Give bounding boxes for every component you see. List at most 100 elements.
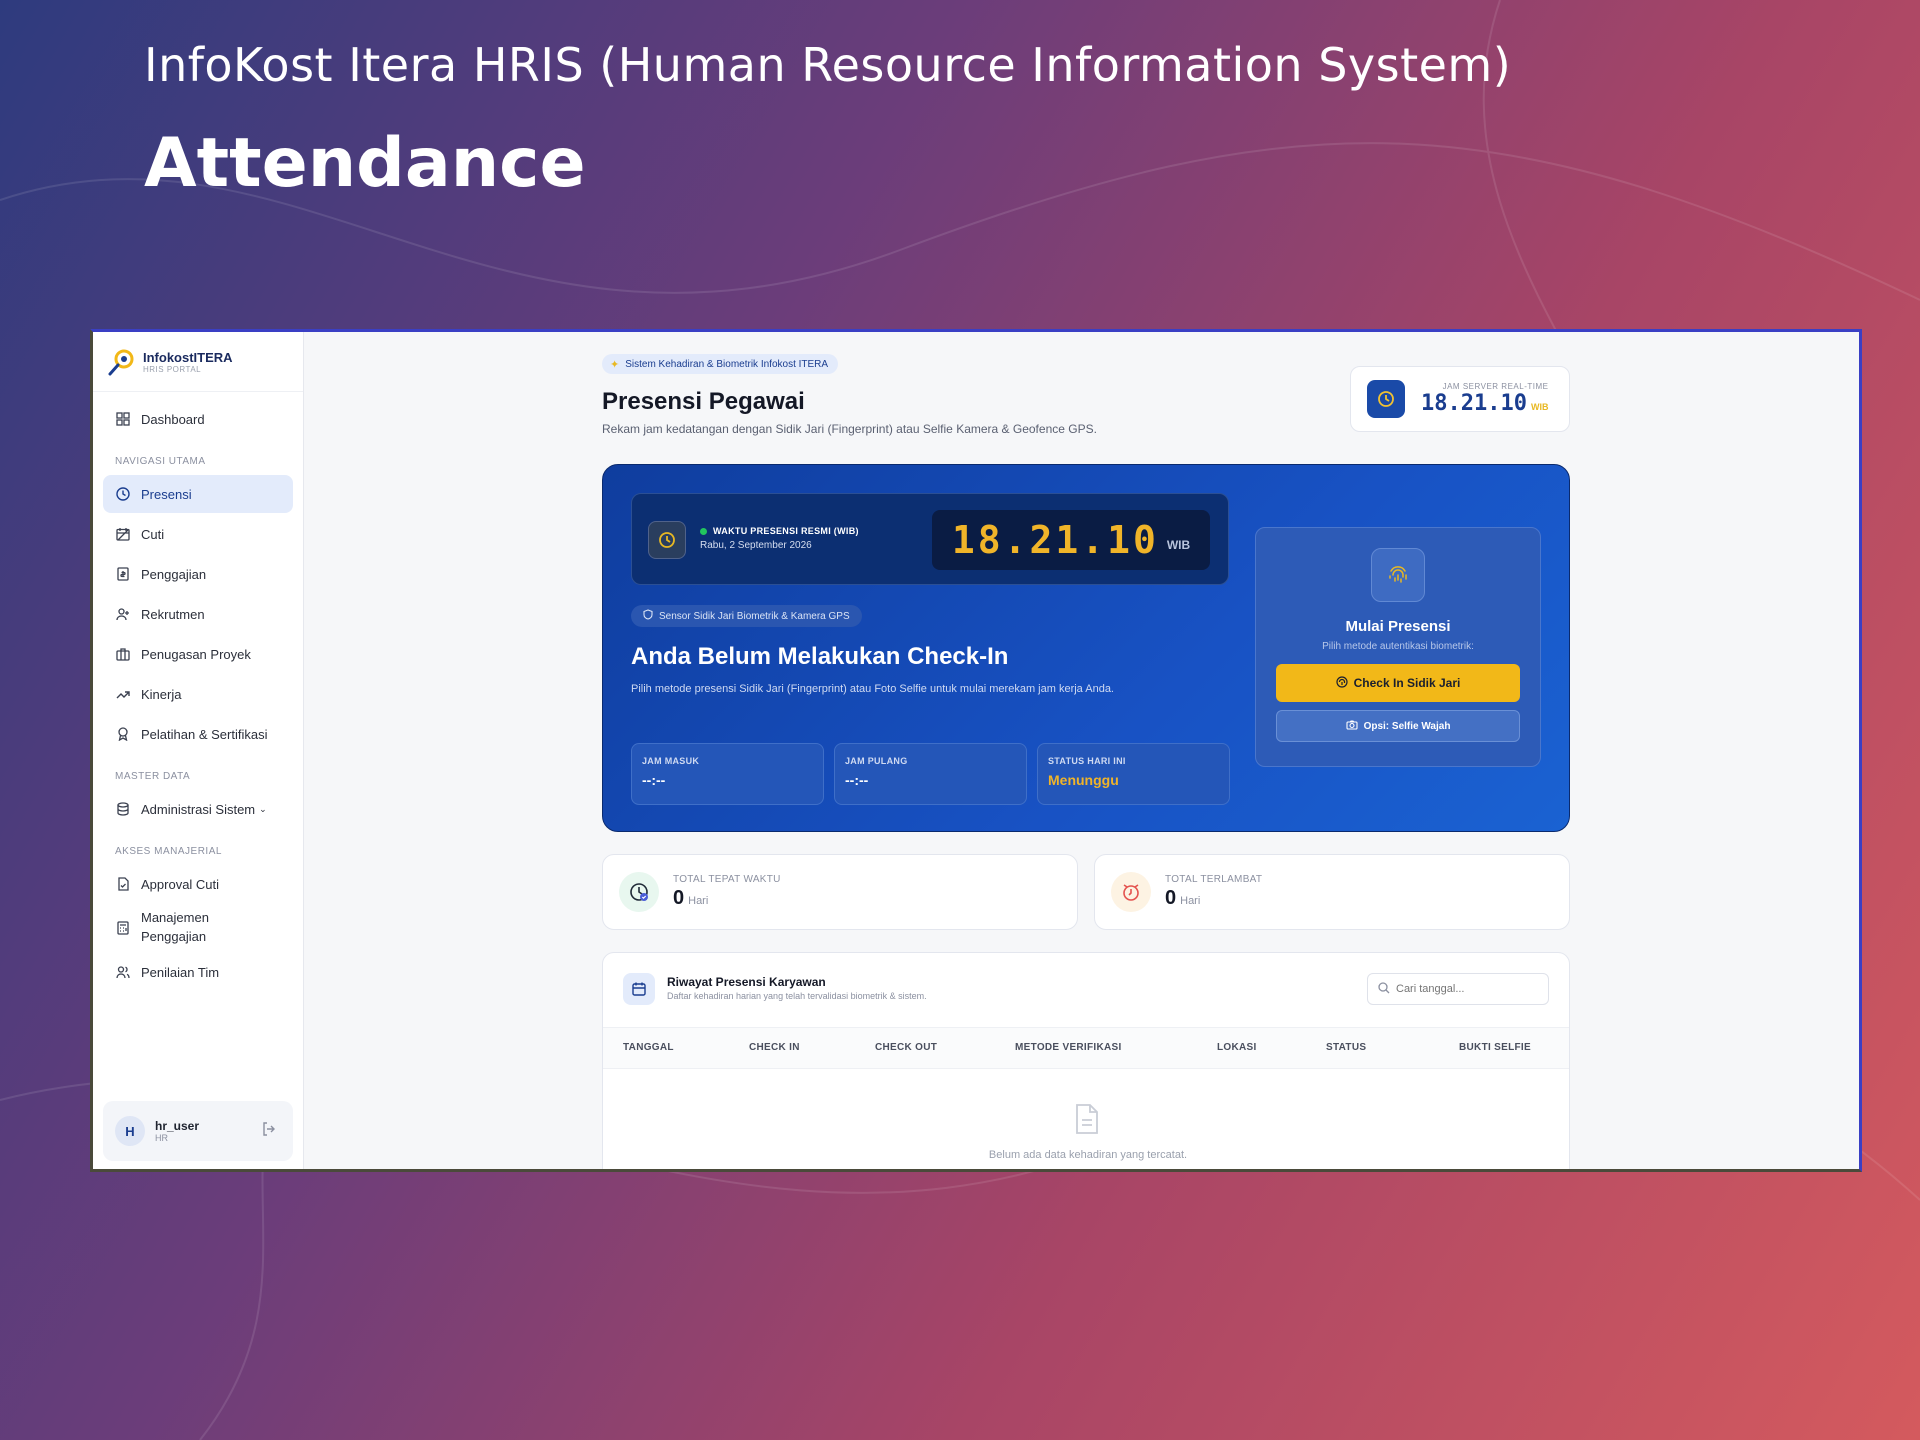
- avatar: H: [115, 1116, 145, 1146]
- sidebar-nav: Dashboard NAVIGASI UTAMA Presensi Cuti P…: [93, 392, 303, 1001]
- sidebar-item-cuti[interactable]: Cuti: [103, 515, 293, 553]
- summary-unit: Hari: [688, 895, 709, 907]
- chevron-down-icon: ⌄: [259, 803, 267, 814]
- date-search-input[interactable]: [1396, 983, 1536, 995]
- summary-late: TOTAL TERLAMBAT 0 Hari: [1094, 854, 1570, 930]
- badge-check-icon: [619, 872, 659, 912]
- sidebar-item-rekrutmen[interactable]: Rekrutmen: [103, 595, 293, 633]
- server-clock-label: JAM SERVER REAL-TIME: [1442, 382, 1549, 391]
- date-search[interactable]: [1367, 973, 1549, 1005]
- users-icon: [115, 964, 131, 980]
- stat-label: JAM PULANG: [845, 756, 908, 766]
- column-header[interactable]: METODE VERIFIKASI: [1015, 1042, 1122, 1053]
- server-clock-time: 18.21.10: [1421, 391, 1527, 416]
- server-clock-zone: WIB: [1530, 402, 1549, 412]
- attendance-history: Riwayat Presensi Karyawan Daftar kehadir…: [602, 952, 1570, 1169]
- file-check-icon: [115, 876, 131, 892]
- table-header: TANGGAL CHECK IN CHECK OUT METODE VERIFI…: [603, 1027, 1569, 1069]
- sidebar-item-label: Administrasi Sistem: [141, 801, 256, 817]
- alarm-icon: [1111, 872, 1151, 912]
- sidebar-item-label: Penugasan Proyek: [141, 646, 251, 662]
- calendar-off-icon: [115, 526, 131, 542]
- history-subtitle: Daftar kehadiran harian yang telah terva…: [667, 991, 927, 1001]
- sidebar-item-presensi[interactable]: Presensi: [103, 475, 293, 513]
- official-date: Rabu, 2 September 2026: [700, 540, 812, 551]
- selfie-option-button[interactable]: Opsi: Selfie Wajah: [1276, 710, 1520, 742]
- summary-label: TOTAL TERLAMBAT: [1165, 874, 1263, 885]
- sidebar-item-label: Penilaian Tim: [141, 964, 220, 980]
- history-title: Riwayat Presensi Karyawan: [667, 975, 826, 989]
- sidebar-item-label: Manajemen Penggajian: [141, 910, 209, 944]
- trending-up-icon: [115, 686, 131, 702]
- sidebar-item-manajemen-penggajian[interactable]: Manajemen Penggajian: [103, 905, 293, 951]
- system-pill-label: Sistem Kehadiran & Biometrik Infokost IT…: [625, 358, 829, 370]
- sidebar-item-label: Rekrutmen: [141, 606, 205, 622]
- sidebar: InfokostITERA HRIS PORTAL Dashboard NAVI…: [93, 332, 304, 1169]
- logo-icon: [108, 349, 134, 375]
- sensor-pill: Sensor Sidik Jari Biometrik & Kamera GPS: [631, 605, 862, 627]
- fingerprint-icon: [1371, 548, 1425, 602]
- start-presensi-card: Mulai Presensi Pilih metode autentikasi …: [1255, 527, 1541, 767]
- empty-file-icon: [1073, 1103, 1101, 1140]
- calendar-icon: [623, 973, 655, 1005]
- sidebar-item-label: Presensi: [141, 486, 192, 502]
- user-plus-icon: [115, 606, 131, 622]
- sensor-pill-label: Sensor Sidik Jari Biometrik & Kamera GPS: [659, 610, 850, 622]
- logout-icon[interactable]: [261, 1121, 277, 1142]
- official-clock-label: WAKTU PRESENSI RESMI (WIB): [700, 526, 859, 536]
- empty-state-text: Belum ada data kehadiran yang tercatat.: [988, 1149, 1188, 1161]
- sidebar-item-penilaian-tim[interactable]: Penilaian Tim: [103, 953, 293, 991]
- briefcase-icon: [115, 646, 131, 662]
- stat-value: --:--: [845, 772, 869, 788]
- hero-title: Attendance: [144, 124, 586, 203]
- column-header[interactable]: STATUS: [1326, 1042, 1366, 1053]
- main-content: ✦ Sistem Kehadiran & Biometrik Infokost …: [304, 332, 1859, 1169]
- column-header[interactable]: LOKASI: [1217, 1042, 1257, 1053]
- column-header[interactable]: CHECK OUT: [875, 1042, 937, 1053]
- search-icon: [1378, 981, 1390, 997]
- summary-value: 0: [673, 887, 685, 909]
- summary-unit: Hari: [1180, 895, 1201, 907]
- sidebar-item-kinerja[interactable]: Kinerja: [103, 675, 293, 713]
- column-header[interactable]: TANGGAL: [623, 1042, 674, 1053]
- stat-value: --:--: [642, 772, 666, 788]
- column-header[interactable]: BUKTI SELFIE: [1459, 1042, 1531, 1053]
- sidebar-item-dashboard[interactable]: Dashboard: [103, 400, 293, 438]
- stat-label: JAM MASUK: [642, 756, 700, 766]
- stat-jam-masuk: JAM MASUK --:--: [631, 743, 824, 805]
- start-subtitle: Pilih metode autentikasi biometrik:: [1322, 641, 1474, 652]
- selfie-option-label: Opsi: Selfie Wajah: [1363, 720, 1451, 732]
- sidebar-item-penugasan-proyek[interactable]: Penugasan Proyek: [103, 635, 293, 673]
- camera-icon: [1346, 719, 1358, 733]
- user-card[interactable]: H hr_user HR: [103, 1101, 293, 1161]
- live-dot: [700, 528, 707, 536]
- sparkle-icon: ✦: [610, 358, 620, 371]
- stat-jam-pulang: JAM PULANG --:--: [834, 743, 1027, 805]
- system-pill: ✦ Sistem Kehadiran & Biometrik Infokost …: [602, 354, 839, 374]
- shield-icon: [643, 609, 653, 623]
- sidebar-item-label: Penggajian: [141, 566, 207, 582]
- sidebar-item-administrasi-sistem[interactable]: Administrasi Sistem ⌄: [103, 790, 293, 828]
- sidebar-item-pelatihan[interactable]: Pelatihan & Sertifikasi: [103, 715, 293, 753]
- brand[interactable]: InfokostITERA HRIS PORTAL: [93, 332, 303, 392]
- award-icon: [115, 726, 131, 742]
- sidebar-item-penggajian[interactable]: Penggajian: [103, 555, 293, 593]
- hero-subtitle: InfoKost Itera HRIS (Human Resource Info…: [144, 38, 1512, 92]
- column-header[interactable]: CHECK IN: [749, 1042, 800, 1053]
- grid-icon: [115, 411, 131, 427]
- stat-value: Menunggu: [1048, 772, 1119, 788]
- app-window: InfokostITERA HRIS PORTAL Dashboard NAVI…: [90, 329, 1862, 1172]
- brand-tagline: HRIS PORTAL: [143, 364, 202, 374]
- clock-icon: [648, 521, 686, 559]
- check-in-fingerprint-button[interactable]: Check In Sidik Jari: [1276, 664, 1520, 702]
- digital-clock: 18.21.10 WIB: [932, 510, 1210, 570]
- official-clock-label-text: WAKTU PRESENSI RESMI (WIB): [713, 526, 859, 536]
- database-icon: [115, 801, 131, 817]
- sidebar-item-label: Approval Cuti: [141, 876, 220, 892]
- checkin-panel: WAKTU PRESENSI RESMI (WIB) Rabu, 2 Septe…: [602, 464, 1570, 832]
- fingerprint-icon: [1336, 675, 1348, 691]
- receipt-icon: [115, 566, 131, 582]
- sidebar-item-label: Dashboard: [141, 411, 205, 427]
- digital-clock-zone: WIB: [1166, 538, 1191, 552]
- sidebar-item-approval-cuti[interactable]: Approval Cuti: [103, 865, 293, 903]
